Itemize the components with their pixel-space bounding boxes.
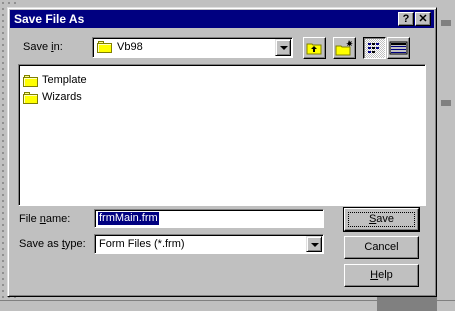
file-name-label: File name: <box>19 213 71 225</box>
new-folder-icon <box>335 40 353 56</box>
file-name-input[interactable]: frmMain.frm <box>94 209 324 228</box>
save-as-type-label: Save as type: <box>19 238 86 250</box>
save-button[interactable]: Save <box>343 207 420 232</box>
close-button[interactable]: ✕ <box>415 12 431 26</box>
folder-icon <box>23 75 39 88</box>
file-item-name: Wizards <box>42 91 82 103</box>
list-view-icon <box>368 43 379 53</box>
dialog-titlebar: Save File As ? ✕ <box>10 10 434 28</box>
save-as-type-dropdown[interactable]: Form Files (*.frm) <box>94 234 324 254</box>
question-mark-icon: ? <box>402 13 410 25</box>
save-as-type-value: Form Files (*.frm) <box>99 238 185 250</box>
save-in-label: Save in: <box>23 41 63 53</box>
up-folder-icon <box>306 43 322 55</box>
file-item-name: Template <box>42 74 87 86</box>
save-file-as-dialog: Save File As ? ✕ Save in: Vb98 Template … <box>7 7 437 297</box>
close-icon: ✕ <box>418 13 428 25</box>
file-name-value: frmMain.frm <box>98 212 159 225</box>
background-toolbar-mark <box>441 100 451 106</box>
folder-icon <box>23 92 39 105</box>
chevron-down-icon[interactable] <box>306 236 322 252</box>
save-in-value: Vb98 <box>117 41 143 53</box>
open-folder-icon <box>97 41 113 54</box>
details-view-icon <box>389 41 408 55</box>
create-new-folder-button[interactable] <box>333 37 356 59</box>
list-view-button[interactable] <box>363 37 386 59</box>
background-right-panel <box>437 0 455 311</box>
up-one-level-button[interactable] <box>303 37 326 59</box>
background-toolbar-mark <box>441 20 451 26</box>
cancel-button[interactable]: Cancel <box>344 236 419 259</box>
save-in-dropdown[interactable]: Vb98 <box>92 37 293 58</box>
details-view-button[interactable] <box>387 37 410 59</box>
help-title-button[interactable]: ? <box>398 12 414 26</box>
help-button[interactable]: Help <box>344 264 419 287</box>
dialog-title: Save File As <box>14 12 85 26</box>
chevron-down-icon[interactable] <box>275 39 291 56</box>
file-list[interactable]: Template Wizards <box>18 64 426 206</box>
